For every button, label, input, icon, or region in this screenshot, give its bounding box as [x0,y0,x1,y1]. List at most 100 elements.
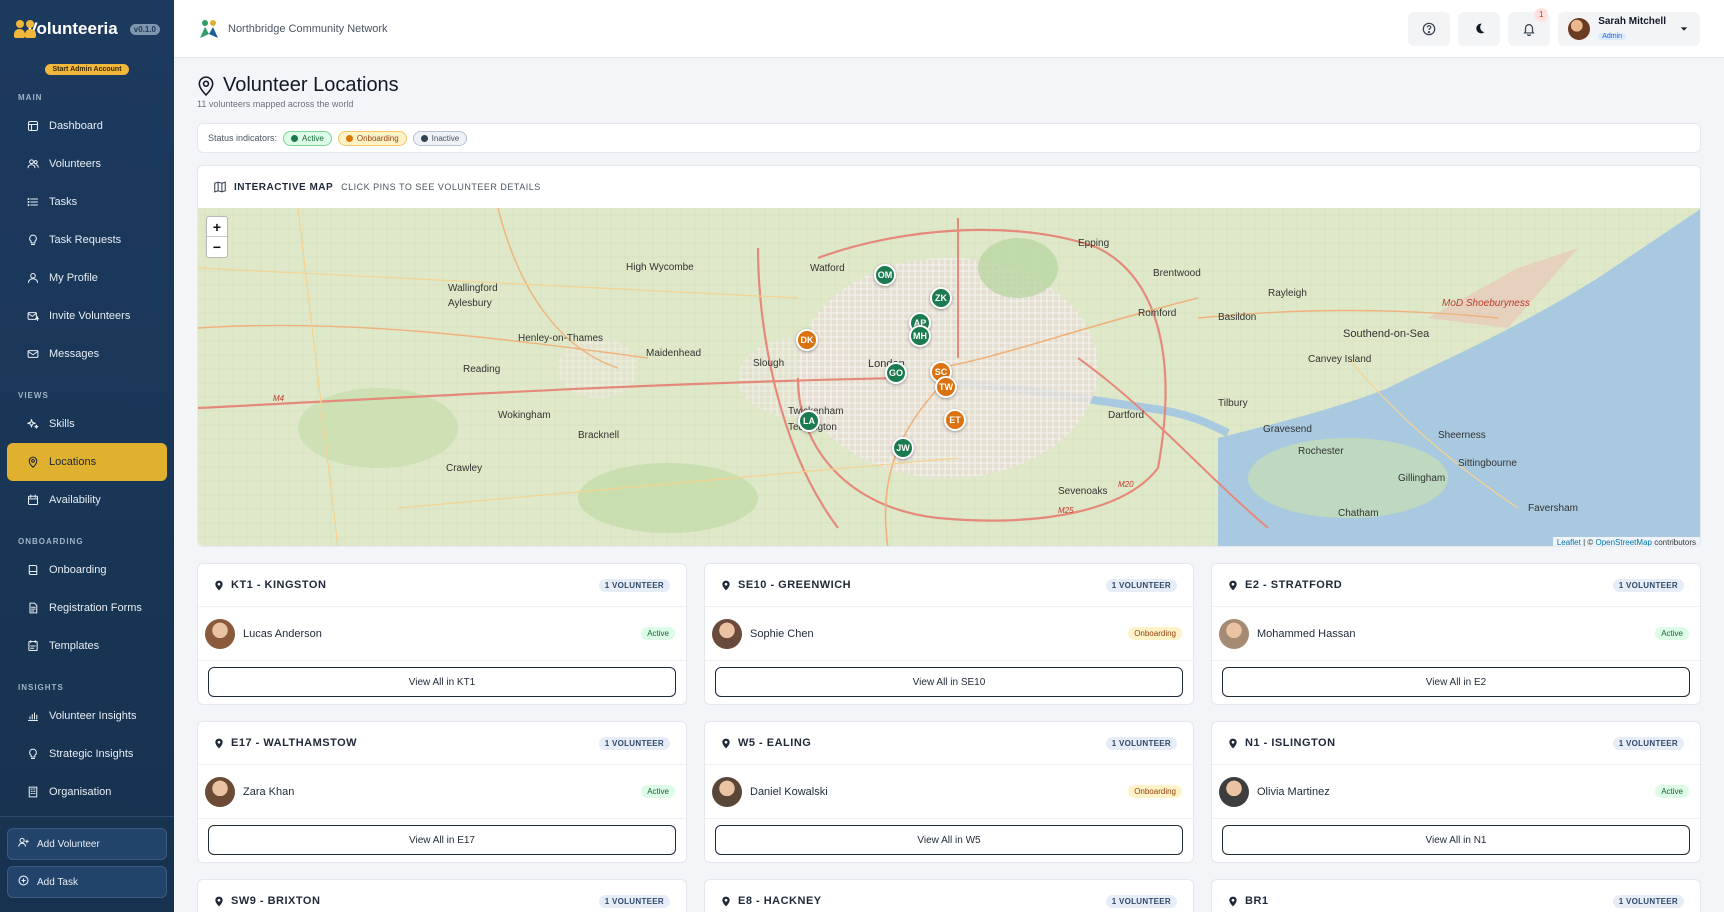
map-place-label: Henley-on-Thames [518,333,604,344]
sidebar-item-label: Locations [49,456,97,468]
interactive-map[interactable]: London Southend-on-Sea High Wycombe Maid… [198,208,1700,546]
user-menu[interactable]: Sarah Mitchell Admin [1558,11,1700,46]
sidebar-item-task-requests[interactable]: Task Requests [7,221,167,259]
sidebar-item-label: Strategic Insights [49,748,134,760]
org-logo-icon [200,19,218,38]
volunteer-row[interactable]: Sophie Chen Onboarding [705,607,1193,661]
map-place-label: Basildon [1218,312,1257,323]
location-card: SE10 - GREENWICH 1 VOLUNTEER Sophie Chen On… [704,563,1194,705]
sidebar-item-strategic-insights[interactable]: Strategic Insights [7,735,167,773]
volunteer-pin[interactable]: MH [909,325,931,347]
add-task-button[interactable]: Add Task [7,866,167,898]
volunteer-count-badge: 1 VOLUNTEER [1105,894,1177,908]
map-pin-icon [1228,580,1238,591]
volunteer-pin[interactable]: LA [798,410,820,432]
sidebar-actions: Add Volunteer Add Task [0,816,174,912]
sidebar-item-label: Invite Volunteers [49,310,131,322]
map-place-label: Gillingham [1398,473,1446,484]
brand-name: Volunteeria [26,19,118,38]
sidebar-item-messages[interactable]: Messages [7,335,167,373]
avatar [712,618,742,649]
map-place-label: Crawley [446,463,483,474]
map-place-label: Maidenhead [646,348,702,359]
sidebar-item-availability[interactable]: Availability [7,481,167,519]
user-icon [27,272,39,284]
map-place-label: Aylesbury [448,298,492,309]
sidebar-item-my-profile[interactable]: My Profile [7,259,167,297]
volunteer-pin[interactable]: ET [944,409,966,431]
form-icon [27,602,39,614]
map-attribution: Leaflet | © OpenStreetMap contributors [1552,537,1700,546]
add-volunteer-button[interactable]: Add Volunteer [7,828,167,860]
location-header: SE10 - GREENWICH 1 VOLUNTEER [705,564,1193,607]
help-button[interactable] [1408,11,1451,46]
leaflet-link[interactable]: Leaflet [1557,538,1581,546]
notification-count-badge: 1 [1534,7,1549,22]
sidebar-item-registration-forms[interactable]: Registration Forms [7,589,167,627]
zoom-out-button[interactable]: − [207,237,227,257]
volunteer-row[interactable]: Daniel Kowalski Onboarding [705,765,1193,819]
logo-icon [14,18,36,40]
theme-toggle-button[interactable] [1458,11,1501,46]
volunteer-row[interactable]: Mohammed Hassan Active [1212,607,1700,661]
volunteer-pin[interactable]: GO [885,362,907,384]
view-all-button[interactable]: View All in E2 [1222,667,1690,697]
notifications-button[interactable]: 1 [1508,7,1551,46]
volunteer-pin[interactable]: OM [874,264,896,286]
view-all-button[interactable]: View All in W5 [715,825,1183,855]
sidebar-item-volunteers[interactable]: Volunteers [7,145,167,183]
map-place-label: Bracknell [578,430,620,441]
zoom-control: + − [206,216,228,258]
volunteer-count-badge: 1 VOLUNTEER [598,736,670,750]
volunteer-row[interactable]: Lucas Anderson Active [198,607,686,661]
volunteer-name: Mohammed Hassan [1257,627,1356,640]
nav-section-title: MAIN [18,93,43,102]
map-place-label: Rayleigh [1268,288,1307,299]
version-badge: v0.1.0 [129,23,160,35]
map-place-label: Epping [1078,238,1110,249]
volunteer-pin[interactable]: ZK [930,287,952,309]
volunteer-pin[interactable]: JW [892,437,914,459]
view-all-button[interactable]: View All in KT1 [208,667,676,697]
brand[interactable]: Volunteeria v0.1.0 [0,0,174,58]
view-all-button[interactable]: View All in SE10 [715,667,1183,697]
map-pin-icon [214,738,224,749]
sidebar-item-skills[interactable]: Skills [7,405,167,443]
map-pin-icon [27,456,39,468]
map-road-label: M20 [1118,480,1134,489]
osm-link[interactable]: OpenStreetMap [1595,538,1651,546]
nav-section-title: INSIGHTS [18,683,64,692]
status-badge: Onboarding [1128,627,1182,640]
zoom-in-button[interactable]: + [207,217,227,237]
map-place-label: Brentwood [1153,268,1201,279]
volunteer-row[interactable]: Olivia Martinez Active [1212,765,1700,819]
volunteer-pin[interactable]: TW [935,376,957,398]
sidebar-item-organisation[interactable]: Organisation [7,773,167,811]
book-icon [27,564,39,576]
sidebar-item-locations[interactable]: Locations [7,443,167,481]
sidebar-item-tasks[interactable]: Tasks [7,183,167,221]
sidebar-item-label: Messages [49,348,100,360]
sidebar-item-invite-volunteers[interactable]: Invite Volunteers [7,297,167,335]
legend-active: Active [283,130,332,146]
volunteer-count-badge: 1 VOLUNTEER [1612,578,1684,592]
sidebar-item-volunteer-insights[interactable]: Volunteer Insights [7,697,167,735]
plus-circle-icon [18,875,29,889]
map-place-label: Slough [753,358,785,369]
admin-account-pill[interactable]: Start Admin Account [45,64,129,75]
sidebar-item-onboarding[interactable]: Onboarding [7,551,167,589]
view-all-button[interactable]: View All in E17 [208,825,676,855]
sidebar-item-templates[interactable]: Templates [7,627,167,665]
volunteer-row[interactable]: Zara Khan Active [198,765,686,819]
map-place-label: Rochester [1298,446,1344,457]
sidebar-item-dashboard[interactable]: Dashboard [7,107,167,145]
map-special-label: MoD Shoeburyness [1442,298,1530,309]
volunteer-count-badge: 1 VOLUNTEER [1105,578,1177,592]
location-card: E17 - WALTHAMSTOW 1 VOLUNTEER Zara Khan Act… [197,721,687,863]
moon-icon [1476,23,1485,34]
location-name: W5 - EALING [738,737,812,749]
volunteer-pin[interactable]: DK [796,329,818,351]
sidebar-item-label: Task Requests [49,234,122,246]
template-icon [27,640,39,652]
view-all-button[interactable]: View All in N1 [1222,825,1690,855]
